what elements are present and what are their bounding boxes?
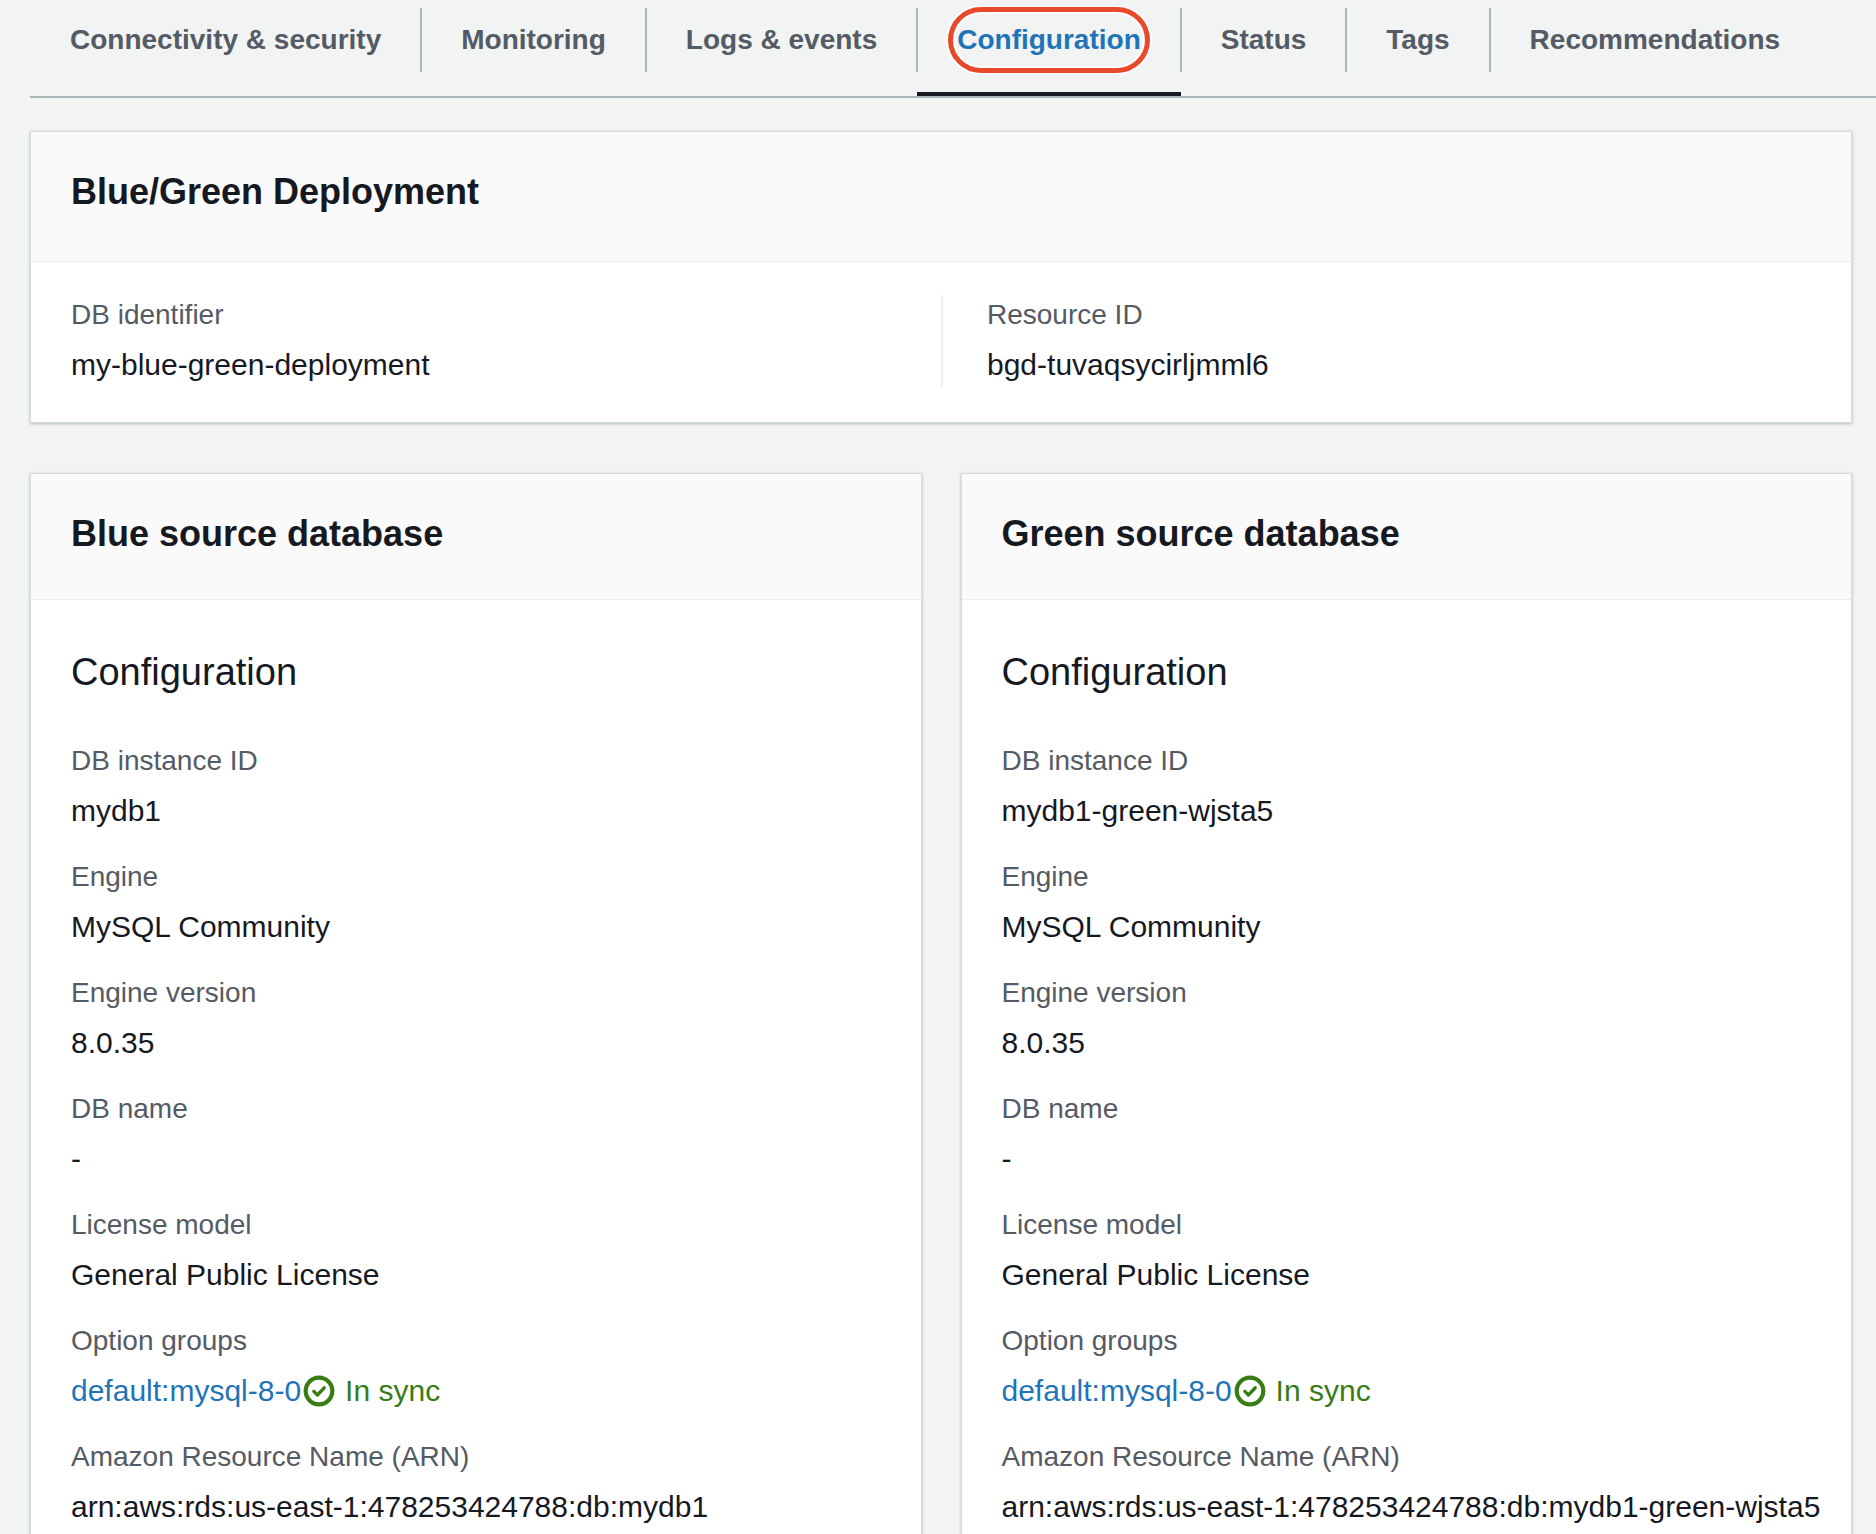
tab-status[interactable]: Status [1181,0,1347,96]
resource-id-label: Resource ID [987,295,1811,335]
field-db-name: DB name - [1002,1089,1812,1181]
option-group-link[interactable]: default:mysql-8-0 [1002,1369,1232,1413]
resource-id-column: Resource ID bgd-tuvaqsycirljmml6 [941,295,1851,387]
field-engine-version: Engine version 8.0.35 [1002,973,1812,1065]
blue-configuration-section-title: Configuration [71,648,881,696]
tab-bar: Connectivity & security Monitoring Logs … [30,0,1876,98]
green-card-body: Configuration DB instance ID mydb1-green… [962,600,1852,1534]
blue-card-header: Blue source database [31,474,921,600]
blue-card-title: Blue source database [71,510,881,558]
field-db-instance-id: DB instance ID mydb1 [71,741,881,833]
blue-card-body: Configuration DB instance ID mydb1 Engin… [31,600,921,1534]
field-engine-version: Engine version 8.0.35 [71,973,881,1065]
green-card-title: Green source database [1002,510,1812,558]
tab-recommendations[interactable]: Recommendations [1490,0,1821,96]
deployment-card-title: Blue/Green Deployment [71,168,1811,216]
field-db-instance-id: DB instance ID mydb1-green-wjsta5 [1002,741,1812,833]
db-identifier-value: my-blue-green-deployment [71,343,901,387]
field-license-model: License model General Public License [1002,1205,1812,1297]
field-option-groups: Option groups default:mysql-8-0 In sync [71,1321,881,1413]
field-arn: Amazon Resource Name (ARN) arn:aws:rds:u… [71,1437,881,1529]
in-sync-status: In sync [1276,1369,1371,1413]
check-circle-icon [303,1375,335,1407]
blue-source-database-card: Blue source database Configuration DB in… [30,473,922,1534]
deployment-summary-card: Blue/Green Deployment DB identifier my-b… [30,131,1852,423]
tab-label: Connectivity & security [70,24,381,56]
tab-label: Status [1221,24,1307,56]
tab-connectivity-security[interactable]: Connectivity & security [30,0,421,96]
db-identifier-label: DB identifier [71,295,901,335]
tab-monitoring[interactable]: Monitoring [421,0,646,96]
tab-tags[interactable]: Tags [1346,0,1489,96]
field-db-name: DB name - [71,1089,881,1181]
source-database-cards-row: Blue source database Configuration DB in… [30,473,1852,1534]
field-option-groups: Option groups default:mysql-8-0 In sync [1002,1321,1812,1413]
field-engine: Engine MySQL Community [1002,857,1812,949]
tab-label: Recommendations [1530,24,1781,56]
tab-logs-events[interactable]: Logs & events [646,0,917,96]
tab-label: Logs & events [686,24,877,56]
option-group-link[interactable]: default:mysql-8-0 [71,1369,301,1413]
deployment-card-header: Blue/Green Deployment [31,132,1851,262]
green-configuration-section-title: Configuration [1002,648,1812,696]
resource-id-value: bgd-tuvaqsycirljmml6 [987,343,1811,387]
tab-label: Configuration [957,24,1141,56]
check-circle-icon [1234,1375,1266,1407]
in-sync-status: In sync [345,1369,440,1413]
green-source-database-card: Green source database Configuration DB i… [961,473,1853,1534]
green-card-header: Green source database [962,474,1852,600]
tab-label: Monitoring [461,24,606,56]
field-arn: Amazon Resource Name (ARN) arn:aws:rds:u… [1002,1437,1812,1529]
page-content: Blue/Green Deployment DB identifier my-b… [0,98,1876,1534]
field-engine: Engine MySQL Community [71,857,881,949]
db-identifier-column: DB identifier my-blue-green-deployment [31,295,941,387]
field-license-model: License model General Public License [71,1205,881,1297]
tab-configuration[interactable]: Configuration [917,0,1181,96]
tab-label: Tags [1386,24,1449,56]
deployment-card-body: DB identifier my-blue-green-deployment R… [31,262,1851,422]
